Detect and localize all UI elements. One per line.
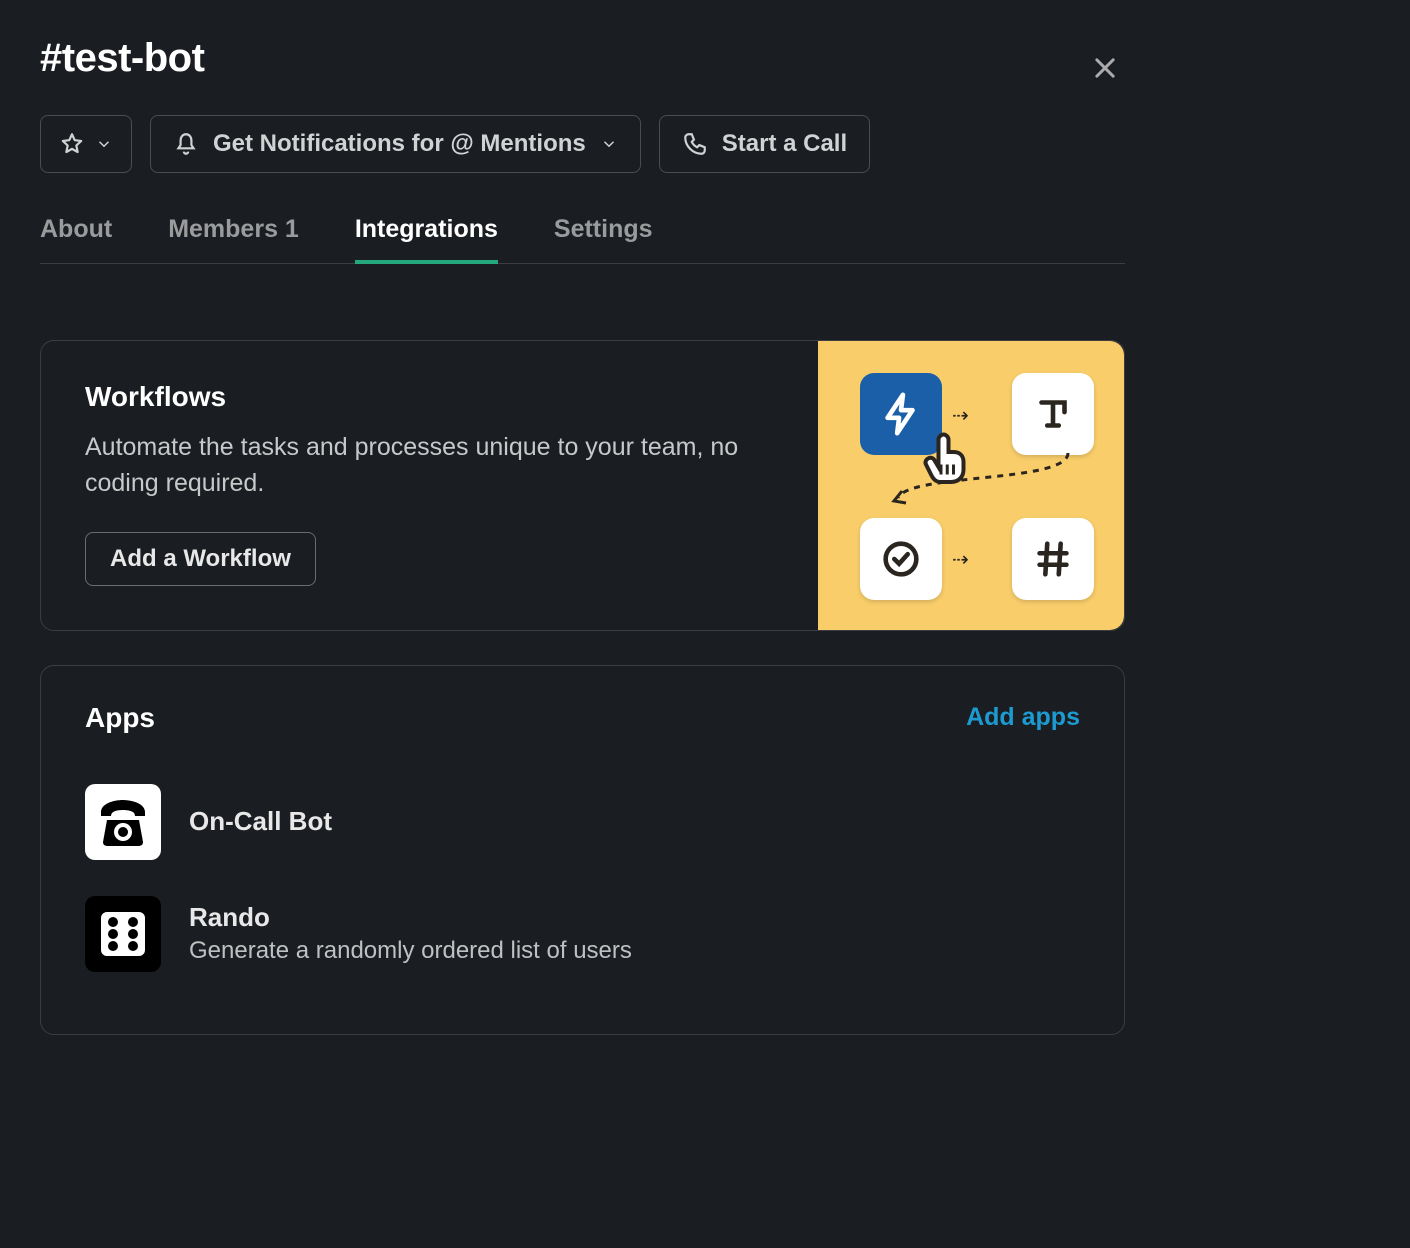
add-workflow-label: Add a Workflow [110,545,291,573]
call-label: Start a Call [722,130,847,158]
channel-title: #test-bot [40,36,204,81]
tab-integrations[interactable]: Integrations [355,215,498,264]
apps-card: Apps Add apps On-Call Bot Rando Generate… [40,665,1125,1035]
app-icon-rando [85,896,161,972]
notifications-dropdown-button[interactable]: Get Notifications for @ Mentions [150,115,641,173]
workflows-heading: Workflows [85,381,774,413]
bell-icon [173,131,199,157]
workflows-card: Workflows Automate the tasks and process… [40,340,1125,631]
app-name: Rando [189,902,632,933]
star-icon [59,131,85,157]
start-call-button[interactable]: Start a Call [659,115,870,173]
notifications-label: Get Notifications for @ Mentions [213,130,586,158]
app-row[interactable]: On-Call Bot [85,766,1080,878]
phone-icon [682,131,708,157]
app-icon-oncall [85,784,161,860]
tab-settings[interactable]: Settings [554,215,653,264]
hash-icon [1030,536,1076,582]
chevron-down-icon [600,135,618,153]
phone-retro-icon [91,790,155,854]
add-apps-link[interactable]: Add apps [966,703,1080,732]
add-workflow-button[interactable]: Add a Workflow [85,532,316,586]
workflow-illustration: ⇢ ⇢ [818,341,1124,630]
arrow-icon: ⇢ [952,403,969,428]
app-row[interactable]: Rando Generate a randomly ordered list o… [85,878,1080,990]
dice-icon [91,902,155,966]
star-dropdown-button[interactable] [40,115,132,173]
tab-bar: About Members 1 Integrations Settings [40,215,1125,264]
text-icon [1030,391,1076,437]
app-name: On-Call Bot [189,806,332,837]
tab-about[interactable]: About [40,215,112,264]
close-icon [1091,54,1119,82]
workflows-description: Automate the tasks and processes unique … [85,429,774,502]
arrow-icon: ⇢ [952,547,969,572]
tab-members[interactable]: Members 1 [168,215,299,264]
app-description: Generate a randomly ordered list of user… [189,937,632,965]
cursor-hand-icon [916,427,976,487]
apps-heading: Apps [85,702,155,734]
chevron-down-icon [95,135,113,153]
close-button[interactable] [1085,48,1125,91]
hash-prefix: # [40,36,62,80]
check-circle-icon [878,536,924,582]
channel-name-text: test-bot [62,36,205,80]
